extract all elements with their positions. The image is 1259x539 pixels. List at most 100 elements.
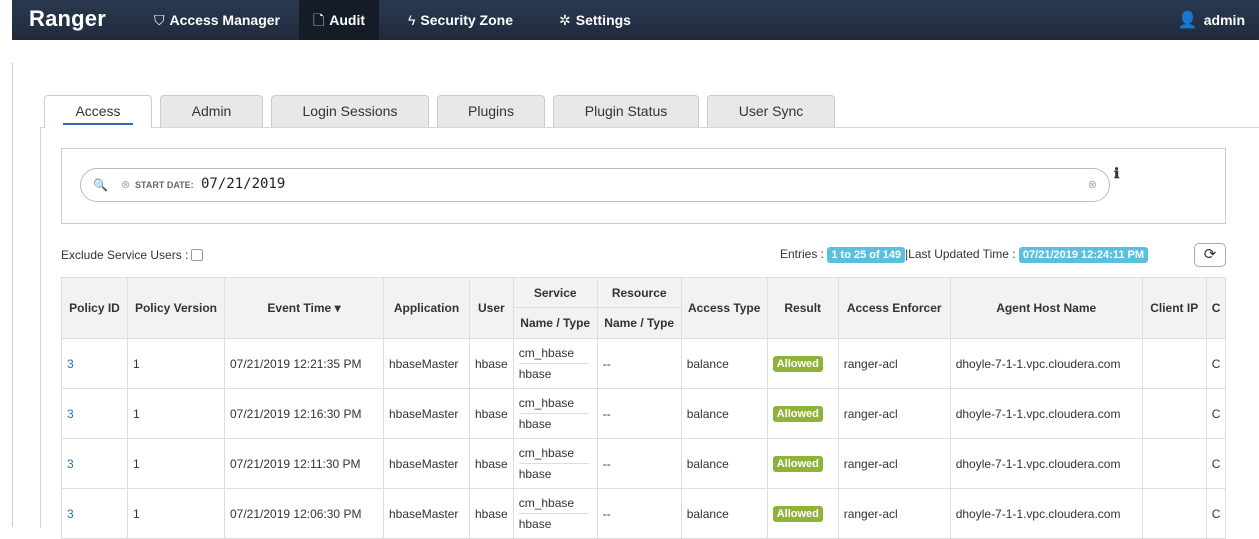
access-type: balance <box>680 488 768 539</box>
exclude-service-users: Exclude Service Users : <box>61 248 204 262</box>
col-user: User <box>469 277 514 339</box>
cluster: C <box>1205 438 1227 489</box>
tab-admin[interactable]: Admin <box>160 95 263 127</box>
col-policy-id: Policy ID <box>61 277 128 339</box>
service: cm_hbasehbase <box>512 388 598 439</box>
col-access-type: Access Type <box>680 277 768 339</box>
result-badge: Allowed <box>772 455 823 472</box>
access-enforcer: ranger-acl <box>837 388 951 439</box>
user: hbase <box>469 438 514 489</box>
application: hbaseMaster <box>383 338 470 389</box>
application: hbaseMaster <box>383 438 470 489</box>
tab-login-sessions[interactable]: Login Sessions <box>271 95 429 127</box>
policy-version: 1 <box>127 388 225 439</box>
refresh-button[interactable]: ⟳ <box>1194 243 1226 267</box>
col-event-time[interactable]: Event Time ▾ <box>224 277 384 339</box>
service: cm_hbasehbase <box>512 338 598 389</box>
cluster: C <box>1205 338 1227 389</box>
result-badge: Allowed <box>772 505 823 522</box>
filter-label: START DATE: <box>135 180 194 190</box>
resource: -- <box>596 388 682 439</box>
col-service: Service <box>512 277 598 308</box>
col-result: Result <box>766 277 839 339</box>
service-type: hbase <box>518 417 552 431</box>
filter-value[interactable]: 07/21/2019 <box>201 176 285 192</box>
event-time: 07/21/2019 12:16:30 PM <box>224 388 384 439</box>
client-ip <box>1141 388 1207 439</box>
service-name: cm_hbase <box>518 493 589 514</box>
client-ip <box>1141 488 1207 539</box>
service-type: hbase <box>518 367 552 381</box>
event-time: 07/21/2019 12:21:35 PM <box>224 338 384 389</box>
exclude-checkbox[interactable] <box>191 249 204 261</box>
result: Allowed <box>766 338 839 389</box>
application: hbaseMaster <box>383 388 470 439</box>
result-badge: Allowed <box>772 355 823 372</box>
resource: -- <box>596 488 682 539</box>
clear-search-icon[interactable]: ⊗ <box>1088 178 1097 191</box>
sort-down-icon: ▾ <box>334 301 341 315</box>
access-type: balance <box>680 388 768 439</box>
access-type: balance <box>680 438 768 489</box>
user-menu[interactable]: 👤 admin <box>1178 0 1245 40</box>
col-cluster: C <box>1205 277 1227 339</box>
info-icon[interactable]: ℹ <box>1114 165 1119 182</box>
nav-settings[interactable]: ✲ Settings <box>545 0 645 40</box>
navbar: Ranger ⛉ Access Manager 🗋 Audit ϟ Security … <box>12 0 1259 40</box>
nav-security-zone[interactable]: ϟ Security Zone <box>394 0 527 40</box>
tab-plugins[interactable]: Plugins <box>437 95 545 127</box>
col-agent-host: Agent Host Name <box>949 277 1143 339</box>
policy-version: 1 <box>127 438 225 489</box>
page-border <box>12 63 13 527</box>
tab-plugin-status[interactable]: Plugin Status <box>553 95 699 127</box>
access-enforcer: ranger-acl <box>837 338 951 389</box>
service-type: hbase <box>518 467 552 481</box>
remove-filter-icon[interactable]: ⊗ <box>121 178 130 191</box>
table-row: 3 1 07/21/2019 12:11:30 PM hbaseMaster hbase… <box>61 438 1227 489</box>
application: hbaseMaster <box>383 488 470 539</box>
access-type: balance <box>680 338 768 389</box>
col-access-enforcer: Access Enforcer <box>837 277 951 339</box>
access-enforcer: ranger-acl <box>837 488 951 539</box>
resource: -- <box>596 338 682 389</box>
result-badge: Allowed <box>772 405 823 422</box>
user: hbase <box>469 488 514 539</box>
tab-user-sync[interactable]: User Sync <box>707 95 835 127</box>
service-name: cm_hbase <box>518 443 589 464</box>
entries-info: Entries : 1 to 25 of 149 |Last Updated Ti… <box>780 247 1149 263</box>
access-enforcer: ranger-acl <box>837 438 951 489</box>
agent-host: dhoyle-7-1-1.vpc.cloudera.com <box>949 488 1143 539</box>
service-name: cm_hbase <box>518 393 589 414</box>
col-application: Application <box>383 277 470 339</box>
user: hbase <box>469 388 514 439</box>
client-ip <box>1141 438 1207 489</box>
refresh-icon: ⟳ <box>1203 246 1217 263</box>
tab-access[interactable]: Access <box>44 95 152 128</box>
service-name: cm_hbase <box>518 343 589 364</box>
policy-version: 1 <box>127 488 225 539</box>
brand-logo[interactable]: Ranger <box>29 6 106 32</box>
policy-version: 1 <box>127 338 225 389</box>
policy-id-link[interactable]: 3 <box>61 488 128 539</box>
nav-access-manager[interactable]: ⛉ Access Manager <box>140 0 294 40</box>
nav-audit[interactable]: 🗋 Audit <box>299 0 380 40</box>
policy-id-link[interactable]: 3 <box>61 388 128 439</box>
top-area: Ranger ⛉ Access Manager 🗋 Audit ϟ Security … <box>12 0 1259 63</box>
resource: -- <box>596 438 682 489</box>
service: cm_hbasehbase <box>512 488 598 539</box>
col-resource-sub: Name / Type <box>596 307 682 339</box>
service-type: hbase <box>518 517 552 531</box>
policy-id-link[interactable]: 3 <box>61 338 128 389</box>
policy-id-link[interactable]: 3 <box>61 438 128 489</box>
result: Allowed <box>766 488 839 539</box>
search-input[interactable]: 🔍 ⊗ START DATE: 07/21/2019 ⊗ <box>80 168 1110 202</box>
audit-table: Policy ID Policy Version Event Time ▾ Ap… <box>61 277 1227 539</box>
col-service-sub: Name / Type <box>512 307 598 339</box>
gear-icon: ✲ <box>559 12 571 28</box>
agent-host: dhoyle-7-1-1.vpc.cloudera.com <box>949 438 1143 489</box>
agent-host: dhoyle-7-1-1.vpc.cloudera.com <box>949 338 1143 389</box>
cluster: C <box>1205 388 1227 439</box>
table-row: 3 1 07/21/2019 12:21:35 PM hbaseMaster hbase… <box>61 338 1227 389</box>
shield-icon: ⛉ <box>154 12 165 28</box>
agent-host: dhoyle-7-1-1.vpc.cloudera.com <box>949 388 1143 439</box>
